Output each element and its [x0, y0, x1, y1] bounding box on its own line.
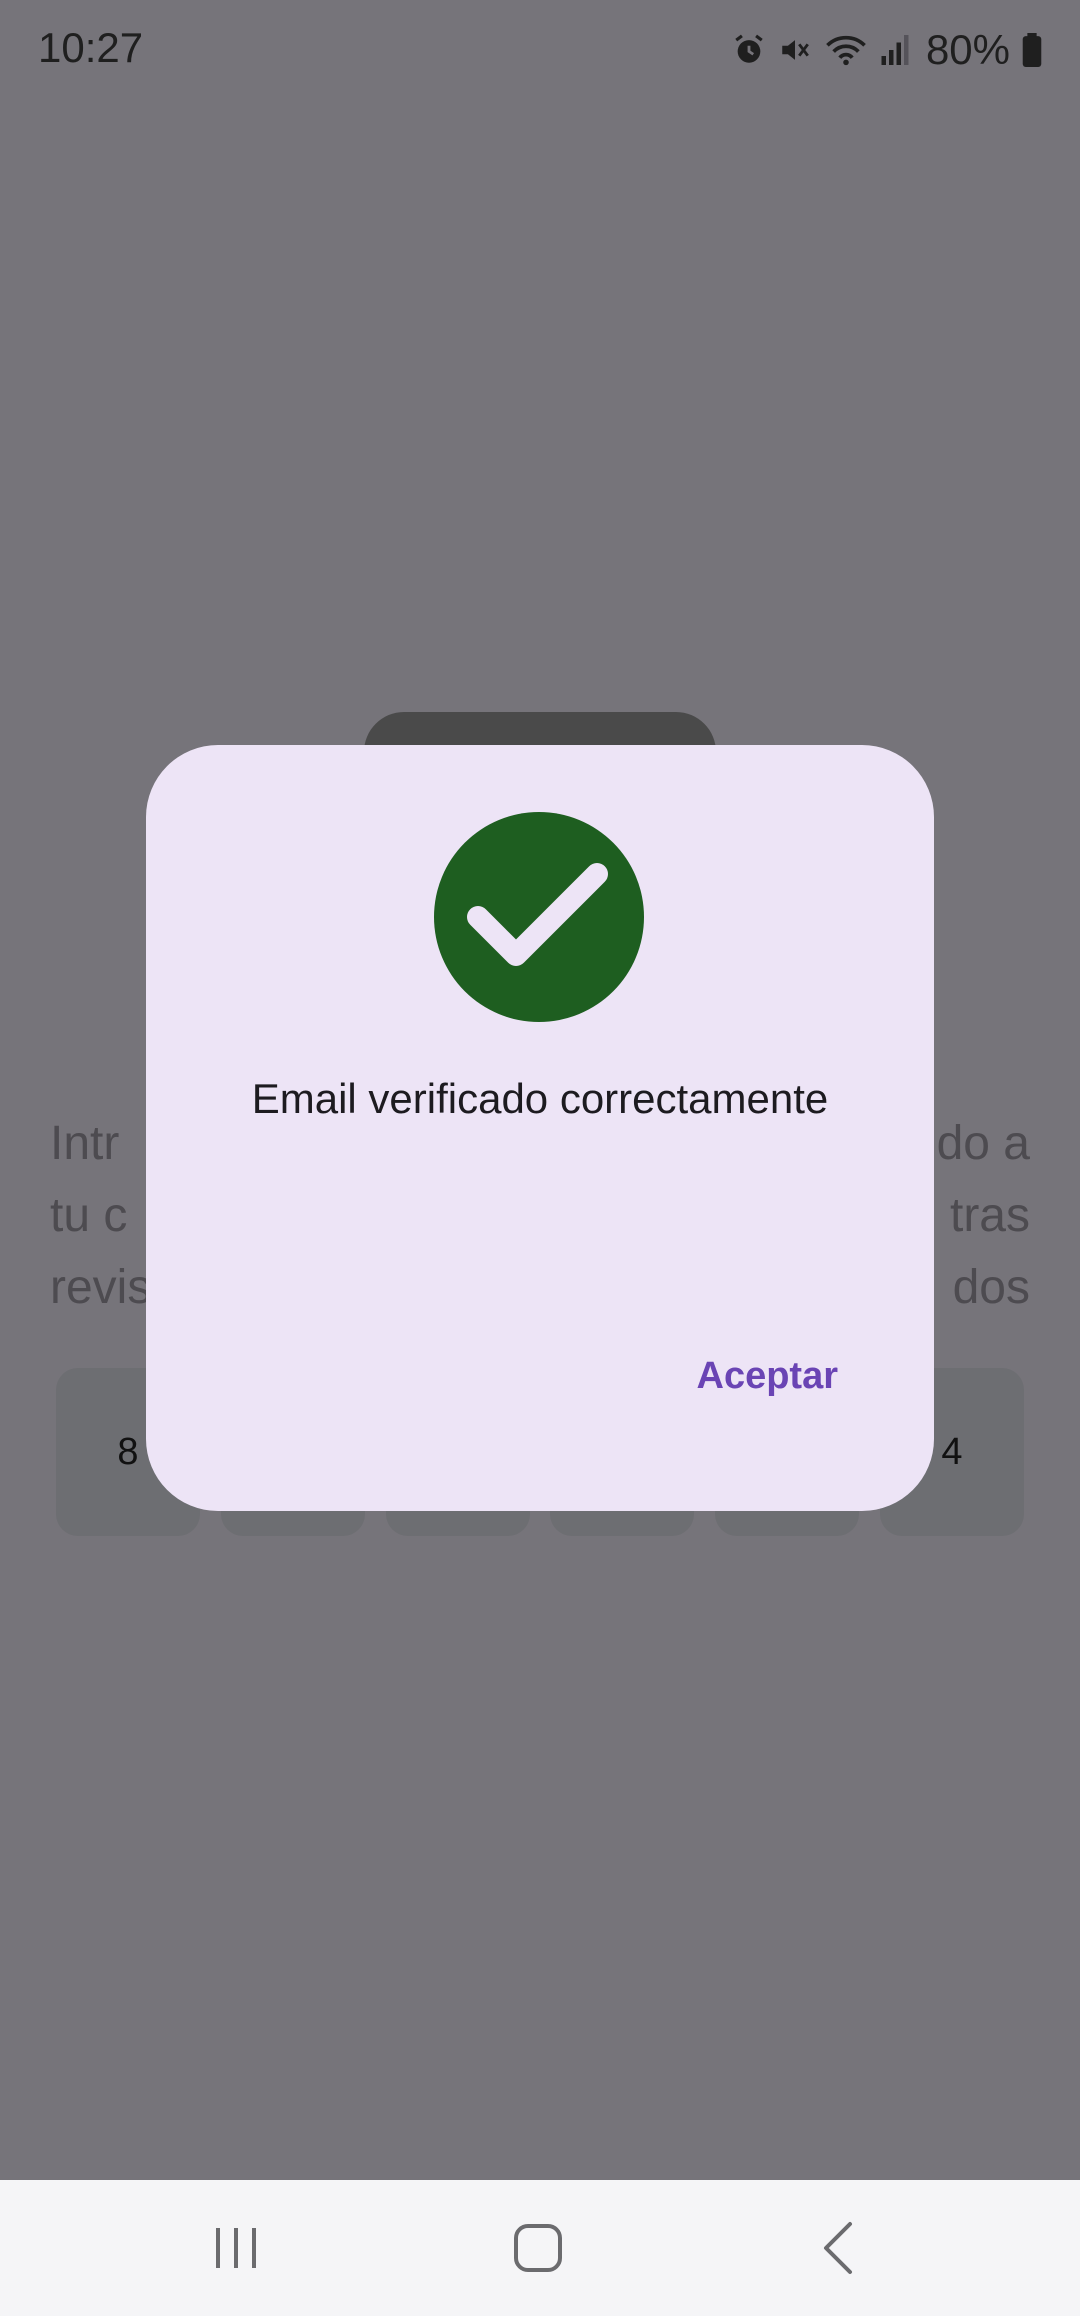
check-circle-icon — [434, 812, 644, 1022]
home-icon[interactable] — [506, 2216, 570, 2280]
instructions-fragment: Intr — [50, 1117, 120, 1170]
instructions-fragment: tu c — [50, 1189, 128, 1242]
instructions-fragment: revis — [50, 1261, 152, 1314]
navigation-bar — [0, 2180, 1080, 2316]
instructions-fragment: dos — [952, 1261, 1030, 1314]
success-dialog: Email verificado correctamente Aceptar — [146, 745, 934, 1511]
back-icon[interactable] — [808, 2216, 872, 2280]
recents-icon[interactable] — [204, 2216, 268, 2280]
instructions-fragment: do a — [936, 1117, 1030, 1170]
accept-button[interactable]: Aceptar — [697, 1347, 839, 1406]
dialog-message: Email verificado correctamente — [251, 1075, 829, 1122]
instructions-fragment: tras — [949, 1189, 1030, 1242]
